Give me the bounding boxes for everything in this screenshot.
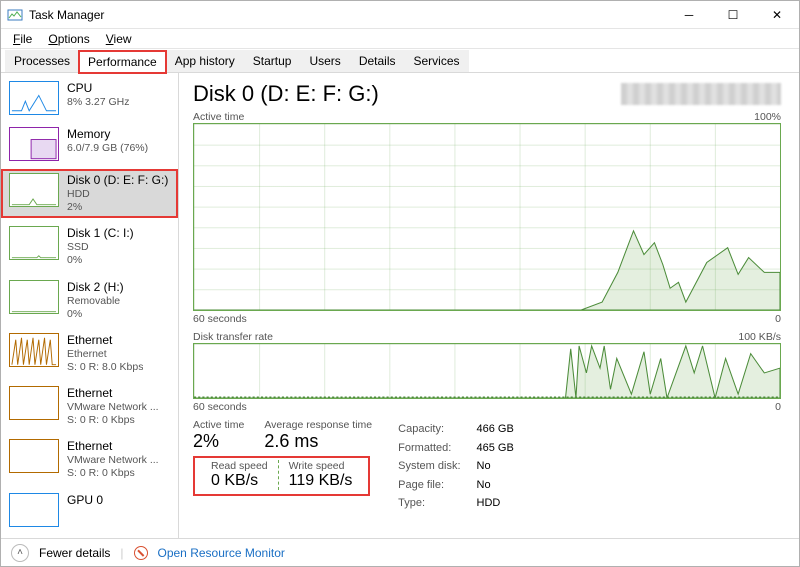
chart2-xright: 0	[775, 401, 781, 413]
prop-label: Page file:	[398, 477, 474, 494]
write-speed-value: 119 KB/s	[289, 472, 353, 490]
sidebar-thumb	[9, 333, 59, 367]
write-speed-label: Write speed	[289, 460, 353, 472]
sidebar-item-line2: VMware Network ...	[67, 401, 159, 414]
prop-value: HDD	[477, 495, 514, 512]
read-write-highlight: Read speed 0 KB/s Write speed 119 KB/s	[193, 456, 370, 496]
sidebar-item-name: Disk 2 (H:)	[67, 280, 124, 295]
tab-details[interactable]: Details	[350, 50, 405, 72]
sidebar-item-line3: 0%	[67, 254, 134, 267]
sidebar-item-name: Ethernet	[67, 439, 159, 454]
fewer-details-link[interactable]: Fewer details	[39, 546, 110, 560]
sidebar-item-5[interactable]: EthernetEthernetS: 0 R: 8.0 Kbps	[1, 329, 178, 378]
chart2-max: 100 KB/s	[738, 331, 781, 343]
menubar: File Options View	[1, 29, 799, 49]
sidebar-item-1[interactable]: Memory6.0/7.9 GB (76%)	[1, 123, 178, 165]
active-time-label: Active time	[193, 419, 244, 431]
sidebar-item-line3: S: 0 R: 0 Kbps	[67, 467, 159, 480]
sidebar-item-line2: Ethernet	[67, 348, 143, 361]
chart1-label: Active time	[193, 111, 244, 123]
sidebar-item-name: Disk 0 (D: E: F: G:)	[67, 173, 168, 188]
avg-resp-value: 2.6 ms	[264, 431, 372, 452]
perf-sidebar: CPU8% 3.27 GHzMemory6.0/7.9 GB (76%)Disk…	[1, 73, 179, 538]
prop-value: 465 GB	[477, 440, 514, 457]
sidebar-item-line3: 2%	[67, 201, 168, 214]
prop-label: Formatted:	[398, 440, 474, 457]
sidebar-item-line2: SSD	[67, 241, 134, 254]
prop-label: System disk:	[398, 458, 474, 475]
menu-view[interactable]: View	[98, 30, 140, 48]
sidebar-item-name: GPU 0	[67, 493, 103, 508]
sidebar-thumb	[9, 226, 59, 260]
sidebar-item-line2: 6.0/7.9 GB (76%)	[67, 142, 148, 155]
tab-services[interactable]: Services	[405, 50, 469, 72]
perf-detail: Disk 0 (D: E: F: G:) Active time 100% 60…	[179, 73, 799, 538]
open-resource-monitor-link[interactable]: Open Resource Monitor	[158, 546, 285, 560]
prop-value: No	[477, 477, 514, 494]
sidebar-thumb	[9, 439, 59, 473]
titlebar: Task Manager ─ ☐ ✕	[1, 1, 799, 29]
tab-app-history[interactable]: App history	[166, 50, 244, 72]
prop-label: Type:	[398, 495, 474, 512]
prop-value: 466 GB	[477, 421, 514, 438]
tab-users[interactable]: Users	[300, 50, 349, 72]
chart2-label: Disk transfer rate	[193, 331, 273, 343]
sidebar-item-7[interactable]: EthernetVMware Network ...S: 0 R: 0 Kbps	[1, 435, 178, 484]
sidebar-thumb	[9, 386, 59, 420]
tab-performance[interactable]: Performance	[79, 51, 166, 73]
maximize-button[interactable]: ☐	[711, 1, 755, 28]
minimize-button[interactable]: ─	[667, 1, 711, 28]
sidebar-item-name: Memory	[67, 127, 148, 142]
prop-label: Capacity:	[398, 421, 474, 438]
read-speed-label: Read speed	[211, 460, 268, 472]
disk-properties: Capacity:466 GBFormatted:465 GBSystem di…	[396, 419, 516, 514]
resource-monitor-icon	[134, 546, 148, 560]
sidebar-item-line3: 0%	[67, 308, 124, 321]
sidebar-item-4[interactable]: Disk 2 (H:)Removable0%	[1, 276, 178, 325]
sidebar-item-line2: VMware Network ...	[67, 454, 159, 467]
close-button[interactable]: ✕	[755, 1, 799, 28]
chevron-up-icon[interactable]: ˄	[11, 544, 29, 562]
app-icon	[7, 7, 23, 23]
sidebar-thumb	[9, 493, 59, 527]
sidebar-item-6[interactable]: EthernetVMware Network ...S: 0 R: 0 Kbps	[1, 382, 178, 431]
chart2-xleft: 60 seconds	[193, 401, 247, 413]
sidebar-item-2[interactable]: Disk 0 (D: E: F: G:)HDD2%	[1, 169, 178, 218]
menu-file[interactable]: File	[5, 30, 40, 48]
tab-processes[interactable]: Processes	[5, 50, 79, 72]
sidebar-item-0[interactable]: CPU8% 3.27 GHz	[1, 77, 178, 119]
sidebar-item-name: Disk 1 (C: I:)	[67, 226, 134, 241]
sidebar-item-line3: S: 0 R: 0 Kbps	[67, 414, 159, 427]
sidebar-thumb	[9, 81, 59, 115]
chart1-xleft: 60 seconds	[193, 313, 247, 325]
sidebar-item-name: Ethernet	[67, 333, 143, 348]
disk-model-blurred	[621, 83, 781, 105]
sidebar-item-line3: S: 0 R: 8.0 Kbps	[67, 361, 143, 374]
sidebar-thumb	[9, 173, 59, 207]
transfer-rate-chart	[193, 343, 781, 399]
sidebar-item-3[interactable]: Disk 1 (C: I:)SSD0%	[1, 222, 178, 271]
footer: ˄ Fewer details | Open Resource Monitor	[1, 538, 799, 566]
chart1-xright: 0	[775, 313, 781, 325]
menu-options[interactable]: Options	[40, 30, 97, 48]
active-time-chart	[193, 123, 781, 311]
sidebar-thumb	[9, 280, 59, 314]
sidebar-item-name: Ethernet	[67, 386, 159, 401]
sidebar-item-name: CPU	[67, 81, 129, 96]
tab-startup[interactable]: Startup	[244, 50, 301, 72]
window-title: Task Manager	[29, 8, 667, 22]
sidebar-item-line2: 8% 3.27 GHz	[67, 96, 129, 109]
sidebar-item-line2: Removable	[67, 295, 124, 308]
active-time-value: 2%	[193, 431, 244, 452]
chart1-max: 100%	[754, 111, 781, 123]
sidebar-thumb	[9, 127, 59, 161]
sidebar-item-line2: HDD	[67, 188, 168, 201]
avg-resp-label: Average response time	[264, 419, 372, 431]
tab-bar: Processes Performance App history Startu…	[1, 49, 799, 73]
sidebar-item-8[interactable]: GPU 0	[1, 489, 178, 531]
read-speed-value: 0 KB/s	[211, 472, 268, 490]
prop-value: No	[477, 458, 514, 475]
